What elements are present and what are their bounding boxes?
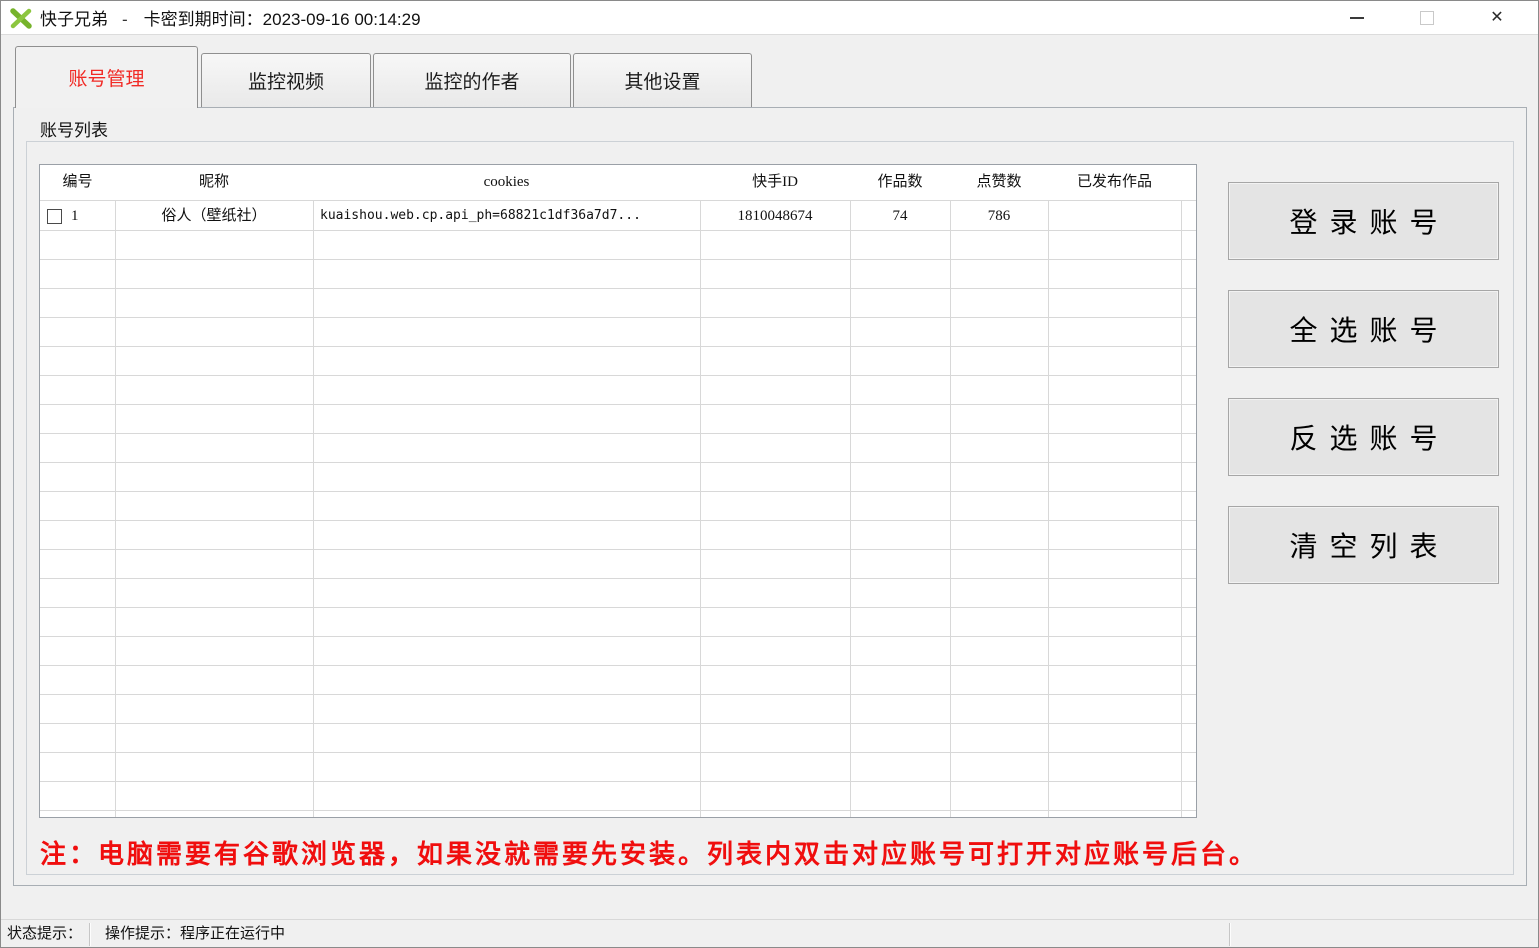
column-header-cookies[interactable]: cookies	[313, 165, 700, 200]
maximize-icon	[1420, 11, 1434, 25]
status-bar: 状态提示： 操作提示：程序正在运行中	[1, 919, 1538, 948]
chrome-requirement-note: 注：电脑需要有谷歌浏览器，如果没就需要先安装。列表内双击对应账号可打开对应账号后…	[40, 834, 1258, 871]
column-header-index[interactable]: 编号	[40, 165, 115, 200]
tab-other-settings[interactable]: 其他设置	[573, 53, 752, 107]
cell-filler	[1181, 202, 1196, 230]
column-header-likes-count[interactable]: 点赞数	[950, 165, 1048, 200]
cell-kuaishou-id: 1810048674	[700, 202, 850, 230]
table-row[interactable]: 1 俗人（壁纸社） kuaishou.web.cp.api_ph=68821c1…	[40, 202, 1196, 230]
table-header-row: 编号 昵称 cookies 快手ID 作品数 点赞数 已发布作品	[40, 165, 1196, 201]
login-account-button[interactable]: 登录账号	[1228, 182, 1499, 260]
status-separator	[1229, 923, 1231, 946]
minimize-icon	[1350, 17, 1364, 19]
close-button[interactable]: ✕	[1462, 1, 1532, 35]
status-hint-label: 状态提示：	[7, 920, 82, 948]
app-logo-icon	[10, 7, 32, 29]
select-all-accounts-button[interactable]: 全选账号	[1228, 290, 1499, 368]
cell-published-works	[1048, 202, 1181, 230]
account-table: 编号 昵称 cookies 快手ID 作品数 点赞数 已发布作品 1 俗人（壁纸…	[39, 164, 1197, 818]
window-title: 快子兄弟 - 卡密到期时间：2023-09-16 00:14:29	[40, 5, 421, 30]
grid-line	[950, 165, 951, 817]
account-management-panel: 账号列表 编号 昵称 cookies 快手ID 作品数 点赞数 已发布作品	[13, 107, 1527, 886]
row-index: 1	[71, 202, 79, 230]
window-controls: ✕	[1322, 1, 1532, 35]
card-expiry-time: 卡密到期时间：2023-09-16 00:14:29	[144, 5, 421, 30]
cell-works-count: 74	[850, 202, 950, 230]
column-header-published-works[interactable]: 已发布作品	[1048, 165, 1181, 200]
grid-line	[850, 165, 851, 817]
title-bar: 快子兄弟 - 卡密到期时间：2023-09-16 00:14:29 ✕	[1, 1, 1538, 35]
row-checkbox[interactable]	[47, 209, 62, 224]
grid-line	[115, 165, 116, 817]
column-header-works-count[interactable]: 作品数	[850, 165, 950, 200]
account-list-group-title: 账号列表	[34, 116, 114, 141]
column-header-filler	[1181, 165, 1196, 200]
cell-likes-count: 786	[950, 202, 1048, 230]
grid-line	[700, 165, 701, 817]
column-header-nickname[interactable]: 昵称	[115, 165, 313, 200]
title-dash: -	[122, 10, 128, 30]
column-header-kuaishou-id[interactable]: 快手ID	[700, 165, 850, 200]
invert-selection-button[interactable]: 反选账号	[1228, 398, 1499, 476]
clear-list-button[interactable]: 清空列表	[1228, 506, 1499, 584]
status-separator	[89, 923, 91, 946]
operation-hint-text: 操作提示：程序正在运行中	[105, 920, 285, 948]
tab-monitored-authors[interactable]: 监控的作者	[373, 53, 571, 107]
close-icon: ✕	[1490, 10, 1503, 26]
tab-monitor-video[interactable]: 监控视频	[201, 53, 371, 107]
table-body: 1 俗人（壁纸社） kuaishou.web.cp.api_ph=68821c1…	[40, 202, 1196, 817]
app-window: 快子兄弟 - 卡密到期时间：2023-09-16 00:14:29 ✕ 账号管理…	[0, 0, 1539, 948]
minimize-button[interactable]	[1322, 1, 1392, 35]
grid-line	[313, 165, 314, 817]
cell-nickname: 俗人（壁纸社）	[115, 202, 313, 230]
cell-cookies: kuaishou.web.cp.api_ph=68821c1df36a7d7..…	[313, 202, 700, 230]
tab-account-management[interactable]: 账号管理	[15, 46, 198, 108]
app-name: 快子兄弟	[40, 5, 108, 30]
maximize-button[interactable]	[1392, 1, 1462, 35]
grid-line	[1181, 165, 1182, 817]
grid-line	[1048, 165, 1049, 817]
cell-index: 1	[40, 202, 115, 230]
